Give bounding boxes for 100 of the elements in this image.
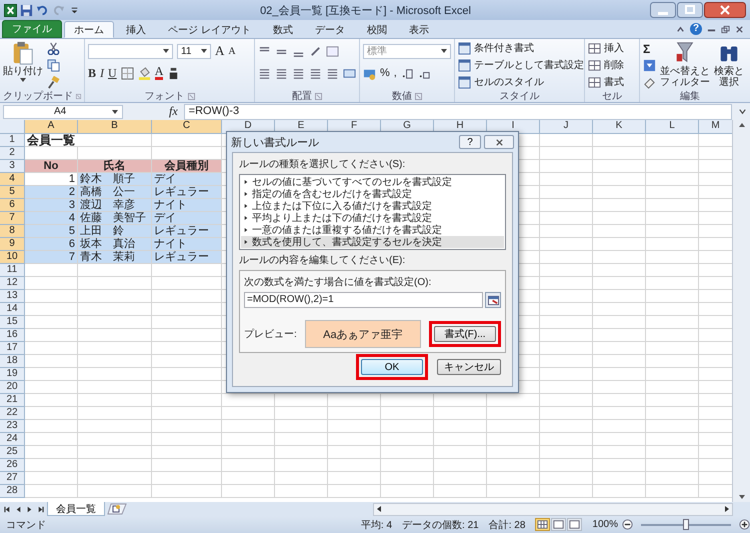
dropdown-arrow-icon[interactable] xyxy=(163,49,169,53)
empty-cell[interactable] xyxy=(646,225,699,238)
range-select-button[interactable] xyxy=(485,292,501,308)
sheet-tab[interactable]: 会員一覧 xyxy=(47,502,105,516)
dialog-launcher-icon[interactable] xyxy=(315,92,322,100)
column-header[interactable]: L xyxy=(646,120,699,134)
restore-icon[interactable] xyxy=(721,24,730,34)
empty-cell[interactable] xyxy=(152,290,222,303)
empty-cell[interactable] xyxy=(593,316,646,329)
help-button[interactable]: ? xyxy=(690,23,702,35)
font-size-field[interactable]: 11 xyxy=(177,44,211,58)
empty-cell[interactable] xyxy=(275,407,328,420)
empty-cell[interactable] xyxy=(78,342,152,355)
empty-cell[interactable] xyxy=(646,290,699,303)
empty-cell[interactable] xyxy=(78,381,152,394)
last-sheet-icon[interactable] xyxy=(36,504,45,514)
empty-cell[interactable] xyxy=(540,264,593,277)
empty-cell[interactable] xyxy=(152,277,222,290)
empty-cell[interactable] xyxy=(487,446,540,459)
empty-cell[interactable] xyxy=(540,225,593,238)
eraser-icon[interactable] xyxy=(643,76,656,89)
empty-cell[interactable] xyxy=(78,420,152,433)
sort-filter-label[interactable]: 並べ替えと フィルター xyxy=(660,66,710,88)
empty-cell[interactable] xyxy=(152,381,222,394)
row-header[interactable]: 17 xyxy=(0,342,25,355)
font-style-button[interactable]: U xyxy=(108,66,117,80)
empty-cell[interactable] xyxy=(78,459,152,472)
empty-cell[interactable] xyxy=(381,472,434,485)
empty-cell[interactable] xyxy=(540,381,593,394)
column-header[interactable]: K xyxy=(593,120,646,134)
empty-cell[interactable] xyxy=(152,264,222,277)
row-header[interactable]: 2 xyxy=(0,147,25,160)
empty-cell[interactable] xyxy=(540,290,593,303)
empty-cell[interactable] xyxy=(275,394,328,407)
insert-function-button[interactable]: fx xyxy=(169,104,178,119)
empty-cell[interactable] xyxy=(434,394,487,407)
ribbon-tab[interactable]: 数式 xyxy=(262,21,303,38)
empty-cell[interactable] xyxy=(78,407,152,420)
file-tab[interactable]: ファイル xyxy=(2,20,62,38)
row-header[interactable]: 3 xyxy=(0,160,25,173)
empty-cell[interactable] xyxy=(540,407,593,420)
empty-cell[interactable] xyxy=(540,355,593,368)
row-header[interactable]: 14 xyxy=(0,303,25,316)
maximize-icon[interactable] xyxy=(677,2,703,18)
empty-cell[interactable] xyxy=(381,433,434,446)
empty-cell[interactable] xyxy=(487,485,540,498)
empty-cell[interactable] xyxy=(222,472,275,485)
align-icon[interactable] xyxy=(258,66,271,80)
row-header[interactable]: 19 xyxy=(0,368,25,381)
font-name-field[interactable] xyxy=(88,44,173,58)
empty-cell[interactable] xyxy=(646,303,699,316)
empty-cell[interactable] xyxy=(593,186,646,199)
empty-cell[interactable] xyxy=(487,420,540,433)
empty-cell[interactable] xyxy=(152,459,222,472)
empty-cell[interactable] xyxy=(646,147,699,160)
empty-cell[interactable] xyxy=(152,303,222,316)
cells-menu-button[interactable]: 挿入 xyxy=(588,42,636,56)
dropdown-arrow-icon[interactable] xyxy=(441,49,447,53)
grow-font-button[interactable]: A xyxy=(215,43,224,59)
ribbon-tab[interactable]: 挿入 xyxy=(116,21,156,38)
formula-field[interactable]: =ROW()-3 xyxy=(184,104,732,120)
empty-cell[interactable] xyxy=(646,277,699,290)
fill-bucket-icon[interactable] xyxy=(138,66,151,80)
rule-type-item[interactable]: 平均より上または下の値だけを書式設定 xyxy=(241,212,504,224)
row-header[interactable]: 13 xyxy=(0,290,25,303)
empty-cell[interactable] xyxy=(275,459,328,472)
clipboard-icon[interactable] xyxy=(12,41,34,65)
normal-view-icon[interactable] xyxy=(535,518,550,531)
empty-cell[interactable] xyxy=(434,433,487,446)
empty-cell[interactable] xyxy=(152,342,222,355)
align-icon[interactable] xyxy=(326,66,339,80)
align-icon[interactable] xyxy=(292,66,305,80)
empty-cell[interactable] xyxy=(540,472,593,485)
row-header[interactable]: 10 xyxy=(0,251,25,264)
empty-cell[interactable] xyxy=(540,173,593,186)
empty-cell[interactable] xyxy=(646,394,699,407)
empty-cell[interactable] xyxy=(646,173,699,186)
empty-cell[interactable] xyxy=(275,472,328,485)
empty-cell[interactable] xyxy=(78,472,152,485)
empty-cell[interactable] xyxy=(487,459,540,472)
row-header[interactable]: 22 xyxy=(0,407,25,420)
empty-cell[interactable] xyxy=(593,160,646,173)
empty-cell[interactable] xyxy=(78,329,152,342)
empty-cell[interactable] xyxy=(593,407,646,420)
style-menu-button[interactable]: セルのスタイル xyxy=(458,76,581,89)
empty-cell[interactable] xyxy=(381,459,434,472)
empty-cell[interactable] xyxy=(540,368,593,381)
empty-cell[interactable] xyxy=(434,472,487,485)
empty-cell[interactable] xyxy=(540,342,593,355)
fill-down-icon[interactable] xyxy=(643,59,656,72)
empty-cell[interactable] xyxy=(593,420,646,433)
zoom-in-icon[interactable] xyxy=(739,519,750,530)
empty-cell[interactable] xyxy=(222,420,275,433)
style-menu-button[interactable]: テーブルとして書式設定 xyxy=(458,58,581,72)
dropdown-arrow-icon[interactable] xyxy=(112,110,118,114)
empty-cell[interactable] xyxy=(78,368,152,381)
row-header[interactable]: 8 xyxy=(0,225,25,238)
row-header[interactable]: 7 xyxy=(0,212,25,225)
empty-cell[interactable] xyxy=(381,446,434,459)
row-header[interactable]: 21 xyxy=(0,394,25,407)
